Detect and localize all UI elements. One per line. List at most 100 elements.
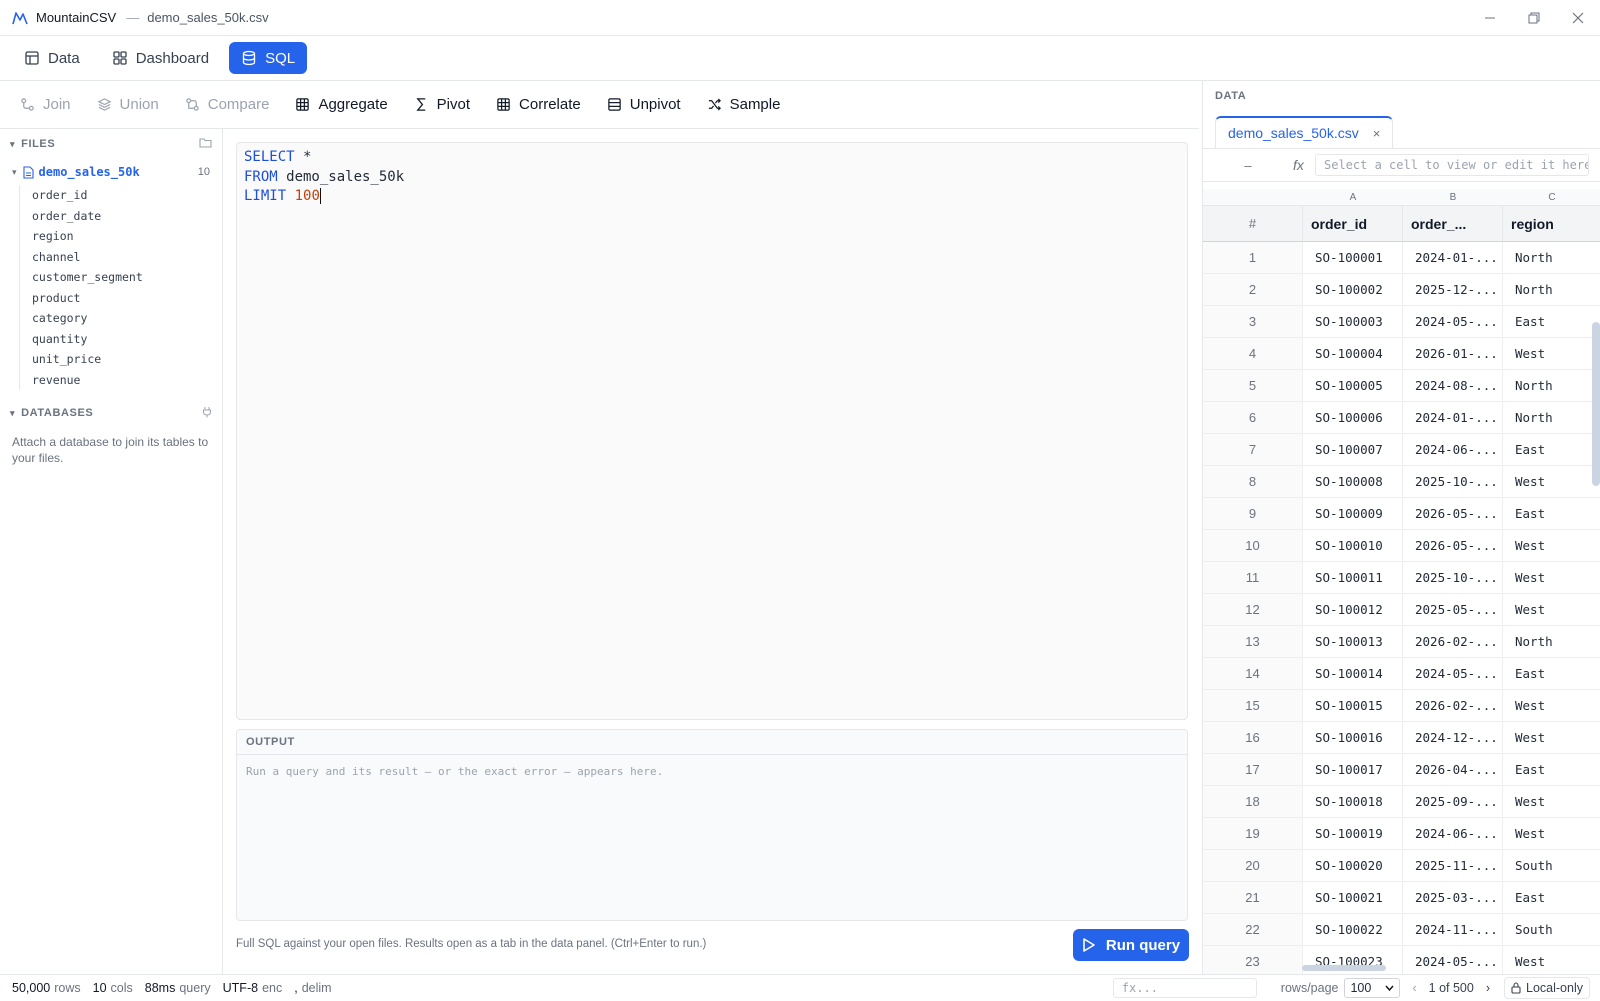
tab-dashboard[interactable]: Dashboard xyxy=(100,42,221,74)
table-cell[interactable]: 2024-12-... xyxy=(1403,722,1503,753)
table-cell[interactable]: SO-100001 xyxy=(1303,242,1403,273)
table-cell[interactable]: 2025-03-... xyxy=(1403,882,1503,913)
table-cell[interactable]: SO-100012 xyxy=(1303,594,1403,625)
table-cell[interactable]: SO-100008 xyxy=(1303,466,1403,497)
table-row[interactable]: 6 SO-100006 2024-01-... North xyxy=(1203,402,1600,434)
table-cell[interactable]: 2024-05-... xyxy=(1403,658,1503,689)
table-cell[interactable]: SO-100011 xyxy=(1303,562,1403,593)
table-row[interactable]: 22 SO-100022 2024-11-... South xyxy=(1203,914,1600,946)
table-cell[interactable]: South xyxy=(1503,850,1600,881)
table-row[interactable]: 14 SO-100014 2024-05-... East xyxy=(1203,658,1600,690)
table-cell[interactable]: West xyxy=(1503,722,1600,753)
table-cell[interactable]: East xyxy=(1503,434,1600,465)
table-row[interactable]: 15 SO-100015 2026-02-... West xyxy=(1203,690,1600,722)
table-cell[interactable]: SO-100014 xyxy=(1303,658,1403,689)
unpivot-button[interactable]: Unpivot xyxy=(607,96,681,113)
table-cell[interactable]: East xyxy=(1503,498,1600,529)
next-page-button[interactable]: › xyxy=(1486,981,1490,995)
column-item[interactable]: channel xyxy=(32,247,222,268)
table-cell[interactable]: West xyxy=(1503,818,1600,849)
table-row[interactable]: 11 SO-100011 2025-10-... West xyxy=(1203,562,1600,594)
table-row[interactable]: 17 SO-100017 2026-04-... East xyxy=(1203,754,1600,786)
correlate-button[interactable]: Correlate xyxy=(496,96,581,113)
table-cell[interactable]: 2025-12-... xyxy=(1403,274,1503,305)
databases-section-header[interactable]: ▾ DATABASES xyxy=(0,398,222,428)
table-row[interactable]: 23 SO-100023 2024-05-... West xyxy=(1203,946,1600,974)
tab-data[interactable]: Data xyxy=(12,42,92,74)
table-cell[interactable]: East xyxy=(1503,658,1600,689)
sql-editor[interactable]: SELECT * FROM demo_sales_50k LIMIT 100 xyxy=(236,142,1188,720)
column-item[interactable]: customer_segment xyxy=(32,267,222,288)
prev-page-button[interactable]: ‹ xyxy=(1412,981,1416,995)
column-item[interactable]: region xyxy=(32,226,222,247)
table-cell[interactable]: 2025-11-... xyxy=(1403,850,1503,881)
table-cell[interactable]: 2024-05-... xyxy=(1403,946,1503,974)
column-header[interactable]: region xyxy=(1503,206,1600,241)
file-tree-item[interactable]: ▾ demo_sales_50k 10 xyxy=(0,159,222,185)
table-cell[interactable]: 2026-02-... xyxy=(1403,626,1503,657)
table-cell[interactable]: 2024-01-... xyxy=(1403,402,1503,433)
table-cell[interactable]: West xyxy=(1503,594,1600,625)
table-cell[interactable]: West xyxy=(1503,786,1600,817)
horizontal-scrollbar[interactable] xyxy=(1302,965,1386,971)
table-row[interactable]: 20 SO-100020 2025-11-... South xyxy=(1203,850,1600,882)
table-cell[interactable]: 2024-08-... xyxy=(1403,370,1503,401)
table-cell[interactable]: West xyxy=(1503,690,1600,721)
table-row[interactable]: 19 SO-100019 2024-06-... West xyxy=(1203,818,1600,850)
union-button[interactable]: Union xyxy=(97,96,159,113)
column-item[interactable]: unit_price xyxy=(32,349,222,370)
run-query-button[interactable]: Run query xyxy=(1073,929,1189,961)
table-cell[interactable]: 2024-01-... xyxy=(1403,242,1503,273)
table-cell[interactable]: SO-100019 xyxy=(1303,818,1403,849)
table-row[interactable]: 13 SO-100013 2026-02-... North xyxy=(1203,626,1600,658)
vertical-scrollbar[interactable] xyxy=(1592,322,1600,486)
table-cell[interactable]: SO-100013 xyxy=(1303,626,1403,657)
filter-input[interactable]: fx... xyxy=(1112,978,1257,998)
table-cell[interactable]: 2025-10-... xyxy=(1403,562,1503,593)
table-cell[interactable]: West xyxy=(1503,466,1600,497)
column-item[interactable]: order_date xyxy=(32,206,222,227)
column-item[interactable]: category xyxy=(32,308,222,329)
table-cell[interactable]: SO-100002 xyxy=(1303,274,1403,305)
table-cell[interactable]: SO-100007 xyxy=(1303,434,1403,465)
table-cell[interactable]: West xyxy=(1503,530,1600,561)
table-cell[interactable]: 2026-05-... xyxy=(1403,530,1503,561)
table-cell[interactable]: SO-100010 xyxy=(1303,530,1403,561)
compare-button[interactable]: Compare xyxy=(185,96,269,113)
table-cell[interactable]: SO-100017 xyxy=(1303,754,1403,785)
close-icon[interactable]: × xyxy=(1373,126,1381,141)
table-cell[interactable]: SO-100018 xyxy=(1303,786,1403,817)
table-cell[interactable]: 2024-11-... xyxy=(1403,914,1503,945)
table-cell[interactable]: 2025-10-... xyxy=(1403,466,1503,497)
table-row[interactable]: 7 SO-100007 2024-06-... East xyxy=(1203,434,1600,466)
table-row[interactable]: 18 SO-100018 2025-09-... West xyxy=(1203,786,1600,818)
table-cell[interactable]: 2026-01-... xyxy=(1403,338,1503,369)
table-cell[interactable]: 2024-05-... xyxy=(1403,306,1503,337)
sample-button[interactable]: Sample xyxy=(707,96,780,113)
minimize-button[interactable] xyxy=(1468,0,1512,36)
table-row[interactable]: 2 SO-100002 2025-12-... North xyxy=(1203,274,1600,306)
plug-icon[interactable] xyxy=(202,406,212,421)
formula-input[interactable]: Select a cell to view or edit it here xyxy=(1315,154,1589,176)
table-cell[interactable]: East xyxy=(1503,306,1600,337)
aggregate-button[interactable]: Aggregate xyxy=(295,96,388,113)
join-button[interactable]: Join xyxy=(20,96,71,113)
table-cell[interactable]: SO-100003 xyxy=(1303,306,1403,337)
table-cell[interactable]: North xyxy=(1503,626,1600,657)
table-cell[interactable]: SO-100004 xyxy=(1303,338,1403,369)
table-row[interactable]: 3 SO-100003 2024-05-... East xyxy=(1203,306,1600,338)
column-header[interactable]: order_id xyxy=(1303,206,1403,241)
table-row[interactable]: 8 SO-100008 2025-10-... West xyxy=(1203,466,1600,498)
column-item[interactable]: quantity xyxy=(32,329,222,350)
table-row[interactable]: 12 SO-100012 2025-05-... West xyxy=(1203,594,1600,626)
column-header[interactable]: order_... xyxy=(1403,206,1503,241)
restore-button[interactable] xyxy=(1512,0,1556,36)
table-cell[interactable]: SO-100006 xyxy=(1303,402,1403,433)
table-cell[interactable]: SO-100016 xyxy=(1303,722,1403,753)
table-row[interactable]: 1 SO-100001 2024-01-... North xyxy=(1203,242,1600,274)
table-cell[interactable]: 2026-02-... xyxy=(1403,690,1503,721)
table-row[interactable]: 16 SO-100016 2024-12-... West xyxy=(1203,722,1600,754)
table-cell[interactable]: North xyxy=(1503,242,1600,273)
table-cell[interactable]: North xyxy=(1503,274,1600,305)
table-cell[interactable]: North xyxy=(1503,370,1600,401)
